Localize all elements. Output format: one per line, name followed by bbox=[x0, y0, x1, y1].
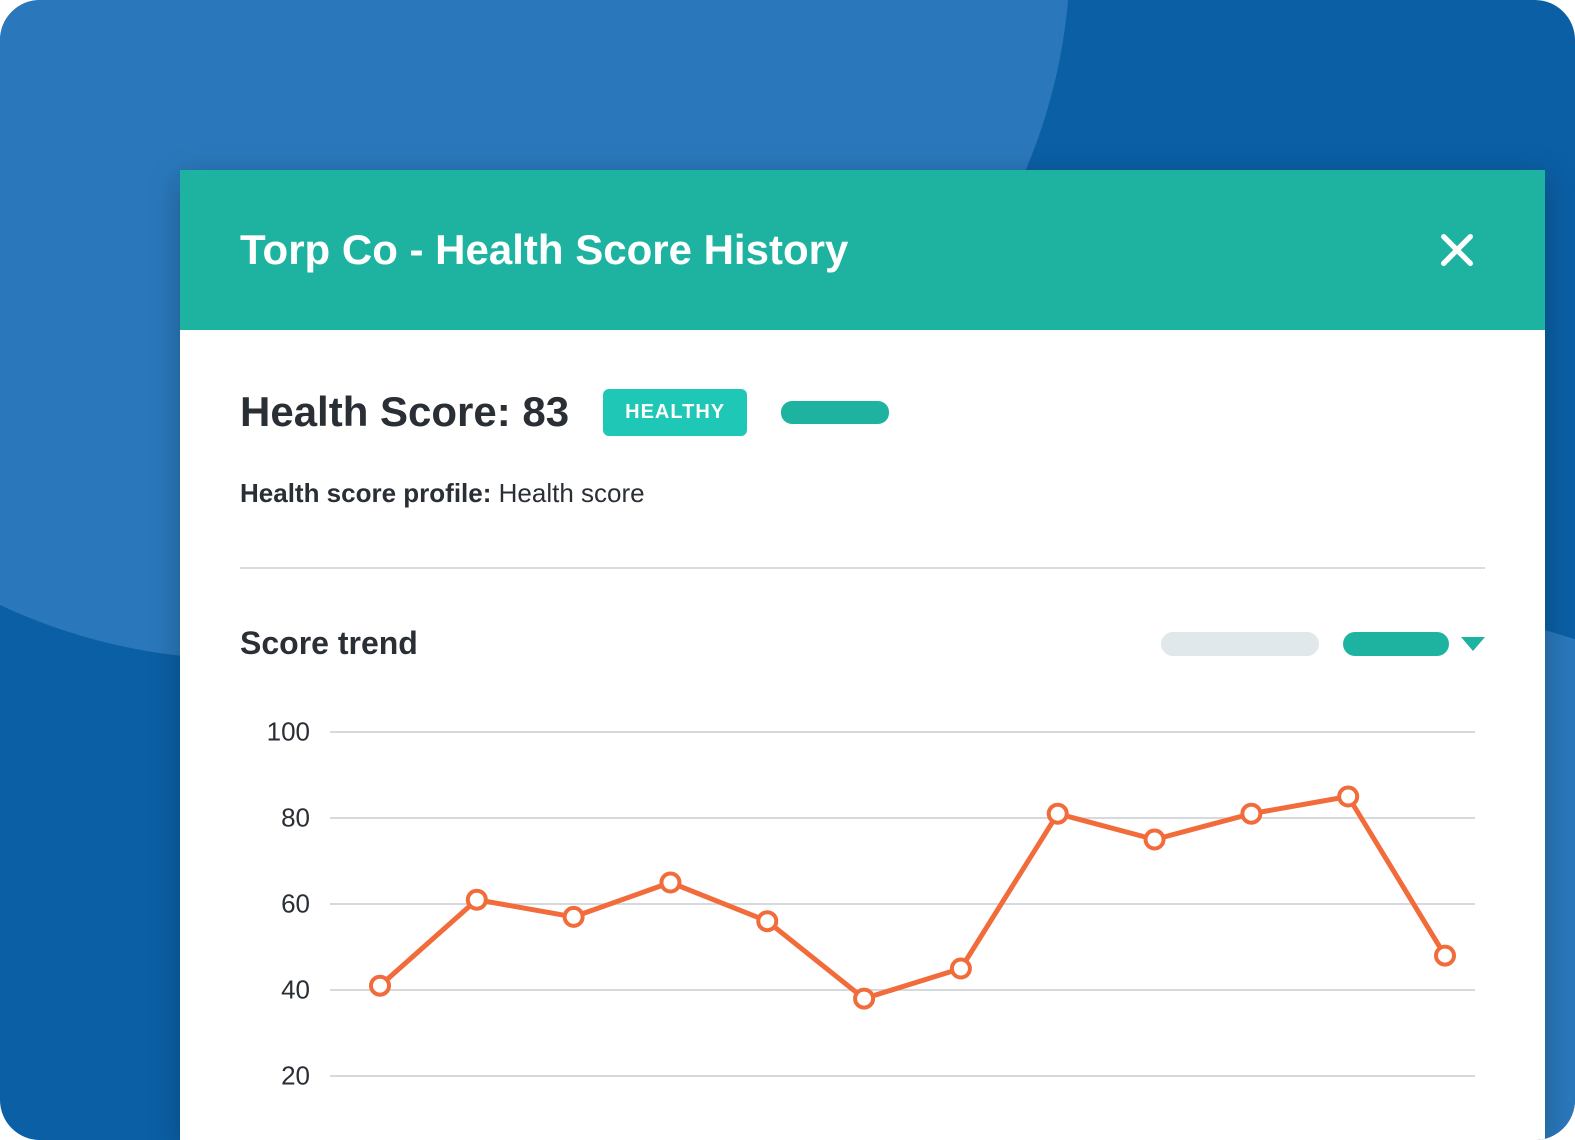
chart-data-point[interactable] bbox=[661, 874, 679, 892]
profile-line: Health score profile: Health score bbox=[240, 478, 1485, 509]
chart-data-point[interactable] bbox=[1146, 831, 1164, 849]
score-value: 83 bbox=[522, 388, 569, 435]
divider bbox=[240, 567, 1485, 569]
trend-title: Score trend bbox=[240, 625, 418, 662]
trend-filter-placeholder[interactable] bbox=[1161, 632, 1319, 656]
score-trend-chart: 10080604020 bbox=[240, 712, 1485, 1140]
chart-data-point[interactable] bbox=[371, 977, 389, 995]
chart-data-point[interactable] bbox=[1242, 805, 1260, 823]
chevron-down-icon bbox=[1461, 637, 1485, 651]
score-label: Health Score: bbox=[240, 388, 522, 435]
chart-data-point[interactable] bbox=[855, 990, 873, 1008]
trend-dropdown-value-placeholder bbox=[1343, 632, 1449, 656]
chart-data-point[interactable] bbox=[758, 912, 776, 930]
placeholder-pill bbox=[781, 401, 889, 424]
trend-dropdown[interactable] bbox=[1343, 632, 1485, 656]
health-status-badge: HEALTHY bbox=[603, 389, 747, 436]
chart-data-point[interactable] bbox=[1436, 947, 1454, 965]
trend-controls bbox=[1161, 632, 1485, 656]
chart-svg bbox=[240, 712, 1485, 1140]
backdrop: Torp Co - Health Score History Health Sc… bbox=[0, 0, 1575, 1140]
score-row: Health Score: 83 HEALTHY bbox=[240, 388, 1485, 436]
modal-body: Health Score: 83 HEALTHY Health score pr… bbox=[180, 330, 1545, 1140]
modal-header: Torp Co - Health Score History bbox=[180, 170, 1545, 330]
close-icon bbox=[1437, 230, 1477, 270]
chart-data-point[interactable] bbox=[1049, 805, 1067, 823]
score-heading: Health Score: 83 bbox=[240, 388, 569, 436]
profile-label: Health score profile: bbox=[240, 478, 499, 508]
close-button[interactable] bbox=[1429, 222, 1485, 278]
chart-data-point[interactable] bbox=[952, 960, 970, 978]
chart-data-point[interactable] bbox=[1339, 788, 1357, 806]
modal-title: Torp Co - Health Score History bbox=[240, 226, 848, 274]
profile-value: Health score bbox=[499, 478, 645, 508]
trend-header-row: Score trend bbox=[240, 625, 1485, 662]
chart-data-point[interactable] bbox=[468, 891, 486, 909]
chart-data-point[interactable] bbox=[565, 908, 583, 926]
health-score-modal: Torp Co - Health Score History Health Sc… bbox=[180, 170, 1545, 1140]
